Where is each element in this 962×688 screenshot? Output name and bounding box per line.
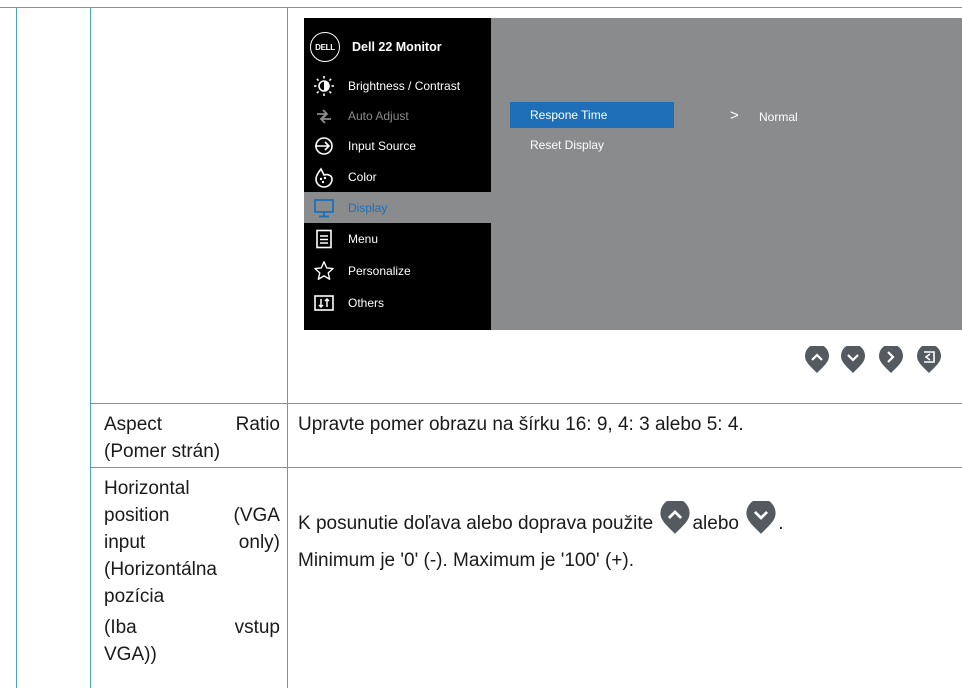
table-border-left — [16, 7, 17, 688]
description-text: alebo — [692, 513, 739, 534]
horizontal-position-description: K posunutie doľava alebo doprava použite… — [298, 498, 953, 574]
menu-item-label: Display — [348, 200, 388, 215]
submenu-item-label: Respone Time — [530, 108, 608, 122]
table-row-divider-1 — [90, 403, 962, 404]
back-icon — [917, 346, 941, 373]
label-line: pozícia — [104, 586, 165, 607]
dell-logo: DELL — [310, 32, 340, 62]
osd-title: Dell 22 Monitor — [352, 40, 442, 54]
menu-item-color[interactable]: Color — [304, 161, 491, 192]
brightness-icon — [313, 75, 335, 97]
label-line: (Iba vstup — [104, 617, 280, 638]
back-button[interactable] — [916, 346, 942, 374]
table-col-divider-1 — [90, 7, 91, 688]
menu-item-display[interactable]: Display — [304, 192, 491, 223]
down-button[interactable] — [840, 346, 866, 374]
menu-item-personalize[interactable]: Personalize — [304, 255, 491, 286]
input-source-icon — [313, 135, 335, 157]
menu-item-label: Auto Adjust — [348, 108, 409, 123]
label-line: input only) — [104, 532, 280, 553]
horizontal-position-label: Horizontal position (VGA input only) (Ho… — [104, 475, 280, 668]
label-line: (Horizontálna — [104, 559, 217, 580]
table-row-divider-2 — [90, 467, 962, 468]
right-arrow-icon — [879, 346, 903, 373]
menu-item-input-source[interactable]: Input Source — [304, 130, 491, 161]
up-button[interactable] — [804, 346, 830, 374]
down-arrow-icon — [744, 498, 778, 543]
submenu-item-response-time[interactable]: Respone Time — [510, 102, 674, 128]
osd-header: DELL Dell 22 Monitor — [310, 32, 442, 62]
menu-item-others[interactable]: Others — [304, 287, 491, 318]
label-line: (Pomer strán) — [104, 441, 221, 462]
enter-button[interactable] — [878, 346, 904, 374]
menu-item-label: Others — [348, 295, 385, 310]
description-text: . — [778, 513, 784, 534]
menu-item-label: Personalize — [348, 263, 411, 278]
menu-item-menu[interactable]: Menu — [304, 223, 491, 254]
menu-item-label: Brightness / Contrast — [348, 78, 461, 93]
color-icon — [313, 166, 335, 188]
aspect-ratio-label: Aspect Ratio (Pomer strán) — [104, 411, 280, 465]
star-icon — [313, 260, 335, 282]
label-line: VGA)) — [104, 644, 157, 665]
value-arrow: > — [730, 107, 739, 124]
menu-icon — [313, 228, 335, 250]
description-line-1: K posunutie doľava alebo doprava použite… — [298, 498, 953, 543]
label-line: Aspect Ratio — [104, 414, 280, 435]
submenu-item-reset-display[interactable]: Reset Display — [510, 132, 674, 158]
submenu-item-label: Reset Display — [530, 138, 605, 152]
label-line: position (VGA — [104, 505, 280, 526]
menu-item-label: Color — [348, 169, 377, 184]
menu-item-label: Input Source — [348, 138, 417, 153]
aspect-ratio-description: Upravte pomer obrazu na šírku 16: 9, 4: … — [298, 414, 744, 435]
description-text: K posunutie doľava alebo doprava použite — [298, 513, 654, 534]
up-arrow-icon — [805, 346, 829, 373]
up-arrow-icon — [658, 498, 692, 543]
table-border-top — [0, 7, 962, 8]
menu-item-auto-adjust[interactable]: Auto Adjust — [304, 100, 491, 131]
others-icon — [313, 292, 335, 314]
down-arrow-icon — [841, 346, 865, 373]
table-col-divider-2 — [287, 7, 288, 688]
description-line-2: Minimum je '0' (-). Maximum je '100' (+)… — [298, 550, 634, 571]
auto-adjust-icon — [313, 105, 335, 127]
menu-item-brightness-contrast[interactable]: Brightness / Contrast — [304, 70, 491, 101]
display-icon — [313, 197, 335, 219]
response-time-value: Normal — [759, 110, 798, 124]
label-line: Horizontal — [104, 478, 190, 499]
menu-item-label: Menu — [348, 231, 379, 246]
osd-menu: DELL Dell 22 Monitor Brightness / Contra… — [304, 18, 962, 330]
